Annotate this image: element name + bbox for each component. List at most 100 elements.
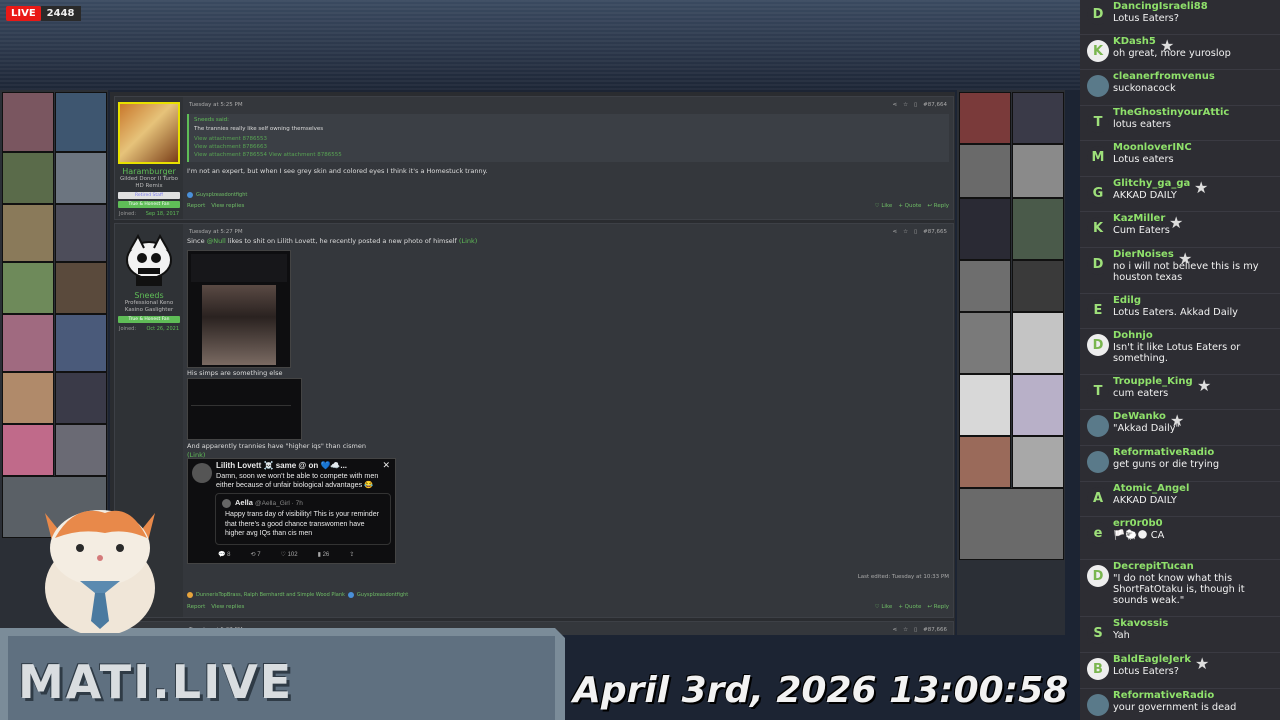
attachment-link[interactable]: View attachment 8786663 [194,143,944,151]
chat-username[interactable]: Dohnjo [1113,330,1153,341]
chat-username[interactable]: DancingIsraeli88 [1113,1,1208,12]
views-count[interactable]: ▮ 26 [318,551,330,558]
chat-username[interactable]: KDash5 [1113,36,1156,47]
chat-avatar[interactable]: K [1087,40,1109,62]
reaction-summary[interactable]: DunnerisTopBrass, Ralph Bernhardt and Si… [187,592,408,598]
chat-avatar[interactable]: e [1087,522,1109,544]
user-mention[interactable]: @Null [207,237,226,245]
link[interactable]: (Link) [459,237,477,245]
chat-text: "I do not know what this ShortFatOtaku i… [1113,573,1245,606]
chat-username[interactable]: Troupple_King [1113,376,1193,387]
quote-button[interactable]: + Quote [898,203,921,209]
quoted-author: Aella [235,498,253,507]
chat-avatar[interactable]: A [1087,487,1109,509]
chat-avatar[interactable]: S [1087,622,1109,644]
chat-panel: D DancingIsraeli88 Lotus Eaters? K KDash5 ★ oh… [1080,0,1280,720]
share-icon[interactable]: ⇪ [349,551,354,558]
username[interactable]: Haramburger [115,167,183,176]
post-number[interactable]: #87,664 [923,102,947,108]
chat-divider [1080,559,1280,560]
chat-avatar[interactable]: E [1087,299,1109,321]
chat-username[interactable]: TheGhostinyourAttic [1113,107,1229,118]
user-title: Gilded Donor II Turbo HD Remix [119,176,178,189]
chat-avatar[interactable]: T [1087,380,1109,402]
chat-divider [1080,69,1280,70]
like-button[interactable]: ♡ Like [875,604,893,610]
reply-button[interactable]: ↩ Reply [927,203,949,209]
save-icon[interactable]: ▯ [914,627,917,633]
username[interactable]: Sneeds [115,291,183,300]
post-line: And apparently trannies have "higher iqs… [187,442,366,450]
chat-username[interactable]: err0r0b0 [1113,518,1163,529]
share-icon[interactable]: ⋖ [893,229,898,235]
chat-username[interactable]: DierNoises [1113,249,1174,260]
quote-button[interactable]: + Quote [898,604,921,610]
chat-avatar[interactable] [1087,415,1109,437]
like-button[interactable]: ♡ Like [875,203,893,209]
chat-avatar[interactable] [1087,694,1109,716]
like-count[interactable]: ♡ 102 [281,551,298,558]
chat-avatar[interactable]: D [1087,3,1109,25]
fan-banner: True & Honest Fan [118,201,180,208]
share-icon[interactable]: ⋖ [893,627,898,633]
avatar[interactable] [118,102,180,164]
reaction-icon [347,592,354,598]
bookmark-icon[interactable]: ☆ [903,229,908,235]
retweet-count[interactable]: ⟲ 7 [250,551,260,558]
quoted-text: Happy trans day of visibility! This is y… [225,511,379,537]
chat-username[interactable]: DeWanko [1113,411,1166,422]
chat-avatar[interactable]: T [1087,111,1109,133]
chat-divider [1080,688,1280,689]
stream-background [0,0,1080,90]
bookmark-icon[interactable]: ☆ [903,627,908,633]
view-replies-link[interactable]: View replies [211,604,244,610]
quote-author[interactable]: Sneeds said: [194,117,944,123]
embedded-screenshot[interactable] [187,250,291,368]
reaction-icon [187,592,193,598]
chat-divider [1080,409,1280,410]
chat-username[interactable]: ReformativeRadio [1113,447,1214,458]
avatar[interactable] [120,230,178,288]
chat-username[interactable]: Edilg [1113,295,1141,306]
tweet-embed[interactable]: Lilith Lovett ☠️ same @ on 💙☁️... ✕ Damn… [187,458,396,564]
report-link[interactable]: Report [187,203,205,209]
chat-avatar[interactable]: B [1087,658,1109,680]
post-number[interactable]: #87,665 [923,229,947,235]
reaction-summary[interactable]: Guysplzeasdontfight [187,192,949,198]
chat-username[interactable]: Skavossis [1113,618,1168,629]
chat-avatar[interactable]: D [1087,565,1109,587]
chat-text: oh great, more yuroslop [1113,48,1231,59]
forum-post: Sneeds Professional Keno Kasino Gaslight… [114,223,954,618]
chat-avatar[interactable]: D [1087,334,1109,356]
post-number[interactable]: #87,666 [923,627,947,633]
chat-username[interactable]: DecrepitTucan [1113,561,1194,572]
chat-username[interactable]: ReformativeRadio [1113,690,1214,701]
chat-avatar[interactable]: K [1087,217,1109,239]
share-icon[interactable]: ⋖ [893,102,898,108]
embedded-screenshot[interactable] [187,378,302,440]
attachment-link[interactable]: View attachment 8786554 View attachment … [194,151,944,159]
save-icon[interactable]: ▯ [914,102,917,108]
report-link[interactable]: Report [187,604,205,610]
reply-count[interactable]: 💬 8 [218,551,230,558]
chat-username[interactable]: KazMiller [1113,213,1165,224]
save-icon[interactable]: ▯ [914,229,917,235]
attachment-link[interactable]: View attachment 8786553 [194,135,944,143]
chat-username[interactable]: cleanerfromvenus [1113,71,1215,82]
post-line: His simps are something else [187,369,283,377]
chat-avatar[interactable]: D [1087,253,1109,275]
view-replies-link[interactable]: View replies [211,203,244,209]
post-timestamp[interactable]: Tuesday at 5:25 PM [189,102,243,108]
chat-avatar[interactable] [1087,451,1109,473]
reaction-icon [187,192,193,198]
bookmark-icon[interactable]: ☆ [903,102,908,108]
chat-username[interactable]: MoonloverINC [1113,142,1192,153]
reply-button[interactable]: ↩ Reply [927,604,949,610]
post-timestamp[interactable]: Tuesday at 5:27 PM [189,229,243,235]
chat-username[interactable]: BaldEagleJerk [1113,654,1191,665]
chat-username[interactable]: Atomic_Angel [1113,483,1189,494]
chat-avatar[interactable]: G [1087,182,1109,204]
chat-username[interactable]: Glitchy_ga_ga [1113,178,1190,189]
chat-avatar[interactable]: M [1087,146,1109,168]
chat-avatar[interactable] [1087,75,1109,97]
